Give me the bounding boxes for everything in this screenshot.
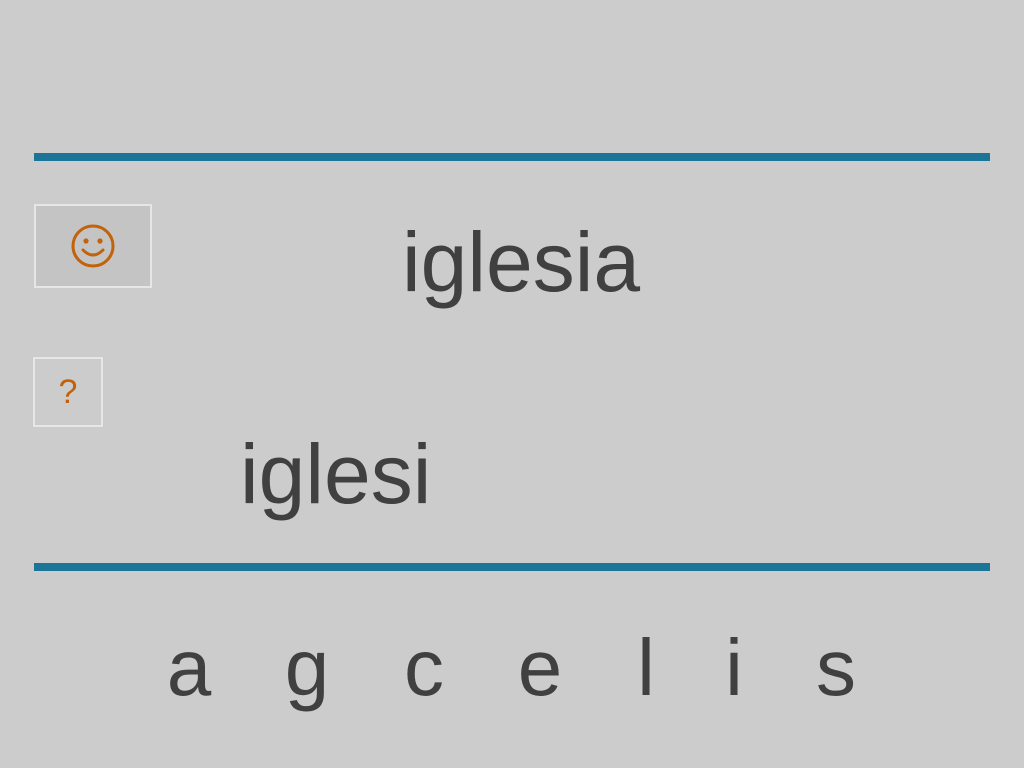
answer-word: iglesi [240,427,432,521]
letter-tile[interactable]: a [159,618,219,718]
letter-tile[interactable]: c [394,618,454,718]
letter-tile[interactable]: s [806,618,866,718]
smiley-icon [71,224,115,268]
letter-choices: a g c e l i s [0,618,1024,718]
bottom-divider [34,563,990,571]
letter-tile[interactable]: g [277,618,337,718]
hint-button[interactable]: ? [33,357,103,427]
feedback-button[interactable] [34,204,152,288]
top-divider [34,153,990,161]
word-puzzle-screen: iglesia ? iglesi a g c e l i s [0,0,1024,768]
target-word: iglesia [402,215,641,309]
letter-tile[interactable]: e [510,618,570,718]
letter-tile[interactable]: i [704,618,764,718]
letter-tile[interactable]: l [616,618,676,718]
